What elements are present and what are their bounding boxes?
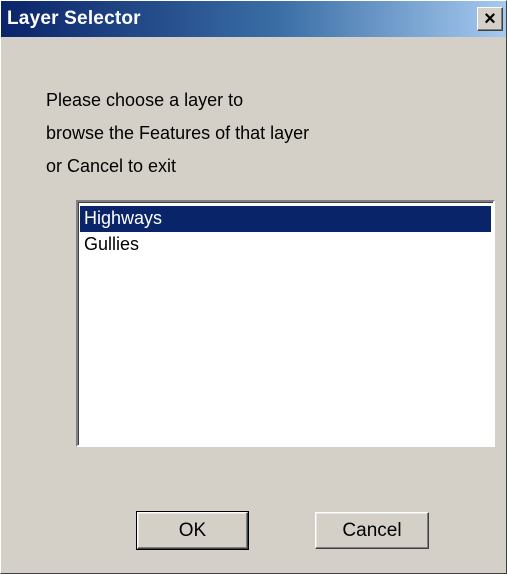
close-icon: ×	[484, 8, 496, 30]
instruction-line: or Cancel to exit	[46, 156, 177, 176]
close-button[interactable]: ×	[477, 7, 503, 31]
cancel-button[interactable]: Cancel	[315, 512, 429, 549]
instruction-line: Please choose a layer to	[46, 90, 244, 110]
ok-button[interactable]: OK	[136, 511, 249, 550]
layer-listbox[interactable]: Highways Gullies	[76, 200, 495, 447]
list-item-highways[interactable]: Highways	[80, 206, 491, 232]
instruction-line: browse the Features of that layer	[46, 123, 310, 143]
list-item-gullies[interactable]: Gullies	[80, 232, 491, 258]
window-title: Layer Selector	[7, 8, 141, 29]
instruction-text: Please choose a layer to browse the Feat…	[46, 89, 466, 188]
layer-selector-dialog: Layer Selector × Please choose a layer t…	[0, 0, 507, 574]
title-bar[interactable]: Layer Selector ×	[1, 1, 506, 37]
